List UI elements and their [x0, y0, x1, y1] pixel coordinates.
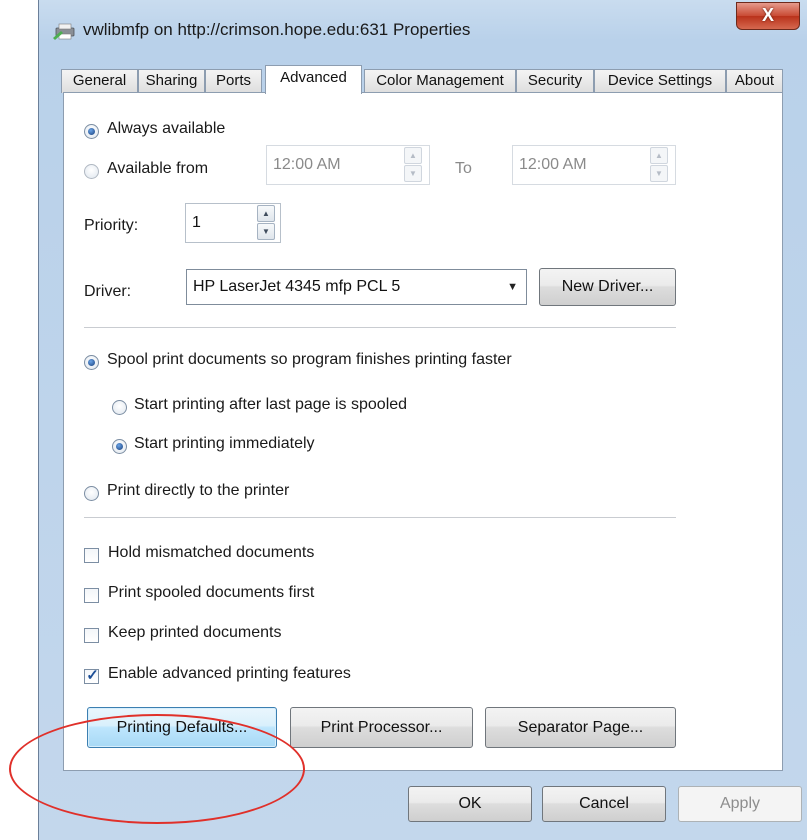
spin-down-icon[interactable]: ▼	[257, 223, 275, 240]
tab-color-management[interactable]: Color Management	[364, 69, 516, 93]
print-directly-label[interactable]: Print directly to the printer	[107, 482, 289, 500]
cancel-button[interactable]: Cancel	[542, 786, 666, 822]
hold-mismatched-checkbox[interactable]	[84, 548, 99, 563]
close-button[interactable]: X	[736, 2, 800, 30]
title-bar[interactable]: vwlibmfp on http://crimson.hope.edu:631 …	[39, 0, 807, 60]
driver-value: HP LaserJet 4345 mfp PCL 5	[193, 278, 401, 295]
driver-label: Driver:	[84, 283, 132, 300]
priority-spinner[interactable]: ▲ ▼	[257, 203, 277, 243]
available-from-radio[interactable]	[84, 164, 99, 179]
always-available-radio[interactable]	[84, 124, 99, 139]
tab-advanced[interactable]: Advanced	[265, 65, 362, 94]
tab-general[interactable]: General	[61, 69, 138, 93]
tab-about[interactable]: About	[726, 69, 783, 93]
keep-printed-checkbox[interactable]	[84, 628, 99, 643]
always-available-label[interactable]: Always available	[107, 120, 225, 138]
separator-page-button[interactable]: Separator Page...	[485, 707, 676, 748]
spool-label[interactable]: Spool print documents so program finishe…	[107, 351, 512, 369]
apply-button[interactable]: Apply	[678, 786, 802, 822]
enable-advanced-label[interactable]: Enable advanced printing features	[108, 665, 351, 683]
available-from-label[interactable]: Available from	[107, 160, 208, 178]
to-label: To	[455, 160, 472, 177]
properties-window: vwlibmfp on http://crimson.hope.edu:631 …	[38, 0, 807, 840]
spool-radio[interactable]	[84, 355, 99, 370]
separator	[84, 327, 676, 328]
to-time-spinner[interactable]: ▲ ▼	[650, 145, 670, 185]
hold-mismatched-label[interactable]: Hold mismatched documents	[108, 544, 314, 562]
from-time-spinner[interactable]: ▲ ▼	[404, 145, 424, 185]
print-spooled-first-label[interactable]: Print spooled documents first	[108, 584, 314, 602]
print-processor-button[interactable]: Print Processor...	[290, 707, 473, 748]
tab-ports[interactable]: Ports	[205, 69, 262, 93]
print-spooled-first-checkbox[interactable]	[84, 588, 99, 603]
start-immediately-label[interactable]: Start printing immediately	[134, 435, 315, 453]
spin-up-icon[interactable]: ▲	[257, 205, 275, 222]
tab-sharing[interactable]: Sharing	[138, 69, 205, 93]
tab-device-settings[interactable]: Device Settings	[594, 69, 726, 93]
checkmark-icon: ✓	[86, 667, 99, 684]
spin-down-icon[interactable]: ▼	[404, 165, 422, 182]
ok-button[interactable]: OK	[408, 786, 532, 822]
window-title: vwlibmfp on http://crimson.hope.edu:631 …	[83, 20, 471, 39]
start-immediately-radio[interactable]	[112, 439, 127, 454]
new-driver-button[interactable]: New Driver...	[539, 268, 676, 306]
start-after-last-page-label[interactable]: Start printing after last page is spoole…	[134, 396, 407, 414]
separator	[84, 517, 676, 518]
advanced-panel: Always available Available from 12:00 AM…	[63, 92, 783, 771]
printer-icon	[53, 23, 75, 40]
spin-up-icon[interactable]: ▲	[404, 147, 422, 164]
close-icon: X	[761, 5, 774, 25]
print-directly-radio[interactable]	[84, 486, 99, 501]
printing-defaults-button[interactable]: Printing Defaults...	[87, 707, 277, 748]
dropdown-arrow-icon[interactable]: ▼	[507, 270, 518, 304]
keep-printed-label[interactable]: Keep printed documents	[108, 624, 281, 642]
start-after-last-page-radio[interactable]	[112, 400, 127, 415]
tab-security[interactable]: Security	[516, 69, 594, 93]
driver-dropdown[interactable]: HP LaserJet 4345 mfp PCL 5 ▼	[186, 269, 527, 305]
spin-up-icon[interactable]: ▲	[650, 147, 668, 164]
enable-advanced-checkbox[interactable]: ✓	[84, 667, 99, 684]
priority-label: Priority:	[84, 217, 139, 234]
spin-down-icon[interactable]: ▼	[650, 165, 668, 182]
